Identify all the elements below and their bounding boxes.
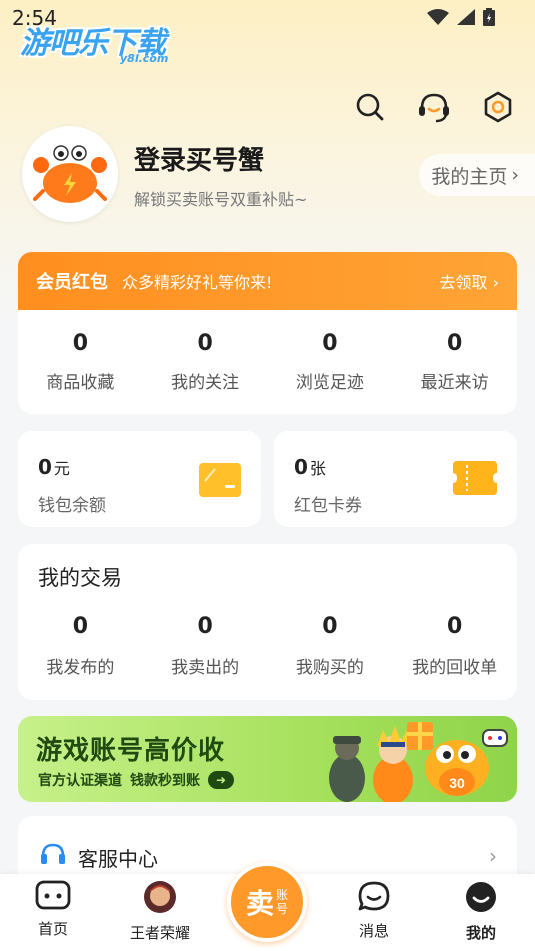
service-label: 客服中心: [78, 847, 158, 871]
homepage-label: 我的主页: [431, 165, 508, 188]
tab-honor-of-kings[interactable]: 王者荣耀: [120, 880, 200, 943]
sell-side-label: 账 号: [276, 888, 289, 916]
jersey-number: 30: [449, 775, 465, 791]
tab-home[interactable]: 首页: [13, 880, 93, 939]
stat-value: 0: [197, 614, 213, 639]
tab-label: 我的: [465, 924, 496, 942]
stat-value: 0: [72, 614, 89, 639]
stat-label: 商品收藏: [46, 373, 115, 393]
login-subtitle: 解锁买卖账号双重补贴~: [134, 190, 308, 209]
sell-main-label: 卖: [245, 887, 274, 920]
arrow-right-icon: ➜: [208, 771, 234, 789]
banner-characters-illustration: 30: [329, 722, 508, 802]
coupon-value: 0张: [294, 455, 326, 479]
stat-label: 我购买的: [295, 658, 364, 678]
signal-icon: [457, 9, 475, 25]
banner-subtitle: 官方认证渠道 钱款秒到账 ➜: [38, 770, 234, 790]
recycle-promo-banner[interactable]: 游戏账号高价收 官方认证渠道 钱款秒到账 ➜ 30: [18, 716, 517, 802]
headset-icon[interactable]: [417, 90, 451, 124]
favorites-stats: 0 商品收藏 0 我的关注 0 浏览足迹 0 最近来访: [18, 310, 517, 414]
stat-label: 浏览足迹: [295, 373, 364, 393]
battery-icon: [483, 8, 495, 26]
status-icons: [427, 8, 495, 26]
stat-history[interactable]: 0 浏览足迹: [268, 310, 393, 414]
vip-card: 会员红包 众多精彩好礼等你来! 去领取 › 0 商品收藏 0 我的关注 0 浏览足迹 …: [18, 252, 517, 414]
game-hero-avatar-icon: [144, 881, 176, 913]
watermark-sub: y8l.com: [120, 52, 169, 65]
profile-section: 登录买号蟹 解锁买卖账号双重补贴~ 我的主页 ›: [22, 126, 535, 222]
stat-value: 0: [322, 331, 338, 356]
sell-account-button[interactable]: 卖 账 号: [227, 862, 307, 942]
wallet-icon: [199, 463, 241, 497]
stat-value: 0: [446, 331, 463, 356]
stat-visitors[interactable]: 0 最近来访: [392, 310, 517, 414]
wallet-label: 钱包余额: [38, 496, 106, 516]
settings-icon[interactable]: [481, 90, 515, 124]
my-trades-card: 我的交易 0 我发布的 0 我卖出的 0 我购买的 0 我的回收单: [18, 544, 517, 700]
stat-label: 我发布的: [46, 658, 115, 678]
stat-recycle-orders[interactable]: 0 我的回收单: [392, 614, 517, 678]
chevron-right-icon: ›: [489, 844, 497, 868]
tab-mine[interactable]: 我的: [441, 880, 521, 943]
stat-value: 0: [446, 614, 463, 639]
vip-text: 众多精彩好礼等你来!: [122, 273, 273, 292]
stat-favorites[interactable]: 0 商品收藏: [18, 310, 143, 414]
avatar[interactable]: [22, 126, 118, 222]
wallet-value: 0元: [38, 455, 70, 479]
login-title[interactable]: 登录买号蟹: [134, 140, 264, 177]
vip-banner[interactable]: 会员红包 众多精彩好礼等你来! 去领取 ›: [18, 252, 517, 310]
stat-value: 0: [197, 331, 213, 356]
stat-label: 最近来访: [420, 373, 489, 393]
banner-title: 游戏账号高价收: [36, 736, 226, 766]
search-icon[interactable]: [353, 90, 387, 124]
chevron-right-icon: ›: [511, 164, 519, 186]
home-gamepad-icon: [35, 880, 71, 910]
wallet-card[interactable]: 0元 钱包余额: [18, 431, 261, 527]
crab-avatar-icon: [33, 145, 107, 203]
stat-published[interactable]: 0 我发布的: [18, 614, 143, 678]
header-actions: [353, 90, 515, 124]
tab-label: 消息: [358, 922, 389, 940]
message-bubble-icon: [358, 881, 390, 911]
profile-smile-icon: [466, 882, 496, 912]
vip-claim-link[interactable]: 去领取 ›: [439, 269, 499, 293]
trade-title: 我的交易: [38, 566, 122, 590]
vip-badge: 会员红包: [36, 272, 108, 293]
stat-label: 我的关注: [171, 373, 240, 393]
coupon-ticket-icon: [453, 461, 497, 495]
tab-label: 首页: [37, 920, 68, 938]
stat-bought[interactable]: 0 我购买的: [268, 614, 393, 678]
stat-sold[interactable]: 0 我卖出的: [143, 614, 268, 678]
stat-value: 0: [322, 614, 338, 639]
stat-label: 我卖出的: [171, 658, 240, 678]
chevron-right-icon: ›: [492, 273, 499, 292]
trade-stats: 0 我发布的 0 我卖出的 0 我购买的 0 我的回收单: [18, 614, 517, 678]
watermark-logo: 游吧乐下载 y8l.com: [20, 18, 185, 68]
stat-value: 0: [72, 331, 89, 356]
tab-label: 王者荣耀: [129, 924, 190, 942]
headphones-icon: [41, 843, 65, 864]
stat-following[interactable]: 0 我的关注: [143, 310, 268, 414]
my-homepage-button[interactable]: 我的主页 ›: [419, 154, 535, 196]
coupon-card[interactable]: 0张 红包卡券: [274, 431, 517, 527]
tab-messages[interactable]: 消息: [334, 880, 414, 941]
coupon-label: 红包卡券: [294, 496, 362, 516]
wifi-icon: [427, 9, 449, 25]
stat-label: 我的回收单: [412, 658, 498, 678]
